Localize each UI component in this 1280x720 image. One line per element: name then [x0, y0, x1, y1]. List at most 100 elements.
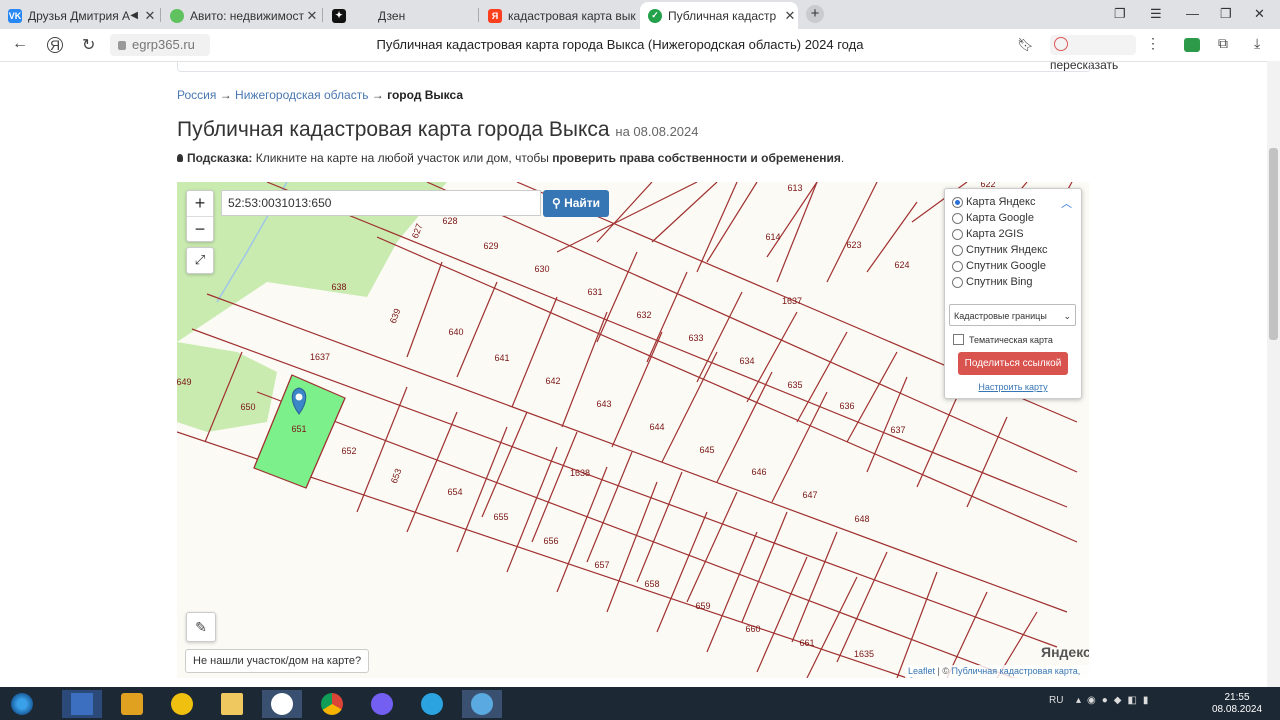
- find-button[interactable]: ⚲ Найти: [543, 190, 609, 217]
- parcel-label[interactable]: 654: [447, 487, 462, 497]
- parcel-label[interactable]: 657: [594, 560, 609, 570]
- parcel-label[interactable]: 645: [699, 445, 714, 455]
- parcel-label[interactable]: 641: [494, 353, 509, 363]
- parcel-label[interactable]: 632: [636, 310, 651, 320]
- parcel-label[interactable]: 651: [291, 424, 306, 434]
- parcel-label[interactable]: 653: [389, 467, 404, 485]
- parcel-label[interactable]: 634: [739, 356, 754, 366]
- yandex-home-icon[interactable]: Я: [47, 37, 63, 53]
- parcel-label[interactable]: 661: [799, 638, 814, 648]
- taskbar-telegram[interactable]: [412, 690, 452, 718]
- share-link-button[interactable]: Поделиться ссылкой: [958, 352, 1068, 375]
- parcel-label[interactable]: 1638: [570, 468, 590, 478]
- retell-button[interactable]: пересказать: [1050, 35, 1136, 72]
- ruler-button[interactable]: ✎: [186, 612, 216, 642]
- radio-button[interactable]: [952, 212, 963, 224]
- parcel-label[interactable]: 1635: [854, 649, 874, 659]
- close-icon[interactable]: ✕: [782, 8, 798, 24]
- taskbar-chrome[interactable]: [312, 690, 352, 718]
- taskbar-app-active[interactable]: [462, 690, 502, 718]
- tray-icons[interactable]: ▴◉●◆◧▮: [1076, 695, 1154, 706]
- setup-map-link[interactable]: Настроить карту: [945, 382, 1081, 392]
- tab-cadastral-map[interactable]: ✓ Публичная кадастр ✕: [640, 2, 798, 29]
- parcel-label[interactable]: 1637: [310, 352, 330, 362]
- tab-zen[interactable]: ✦ Дзен: [324, 2, 474, 29]
- chevron-up-icon[interactable]: ︿: [1061, 195, 1072, 211]
- back-icon[interactable]: ←: [12, 35, 28, 53]
- parcel-label[interactable]: 633: [688, 333, 703, 343]
- parcel-label[interactable]: 628: [442, 216, 457, 226]
- url-field[interactable]: egrp365.ru: [110, 34, 210, 56]
- tab-avito[interactable]: Авито: недвижимость, тр ✕: [162, 2, 320, 29]
- radio-button[interactable]: [952, 228, 963, 240]
- parcel-label[interactable]: 660: [745, 624, 760, 634]
- cadastral-map[interactable]: 613 614 623 624 622 627 628 629 630 631 632 633 634 6…: [177, 182, 1089, 678]
- parcel-label[interactable]: 658: [644, 579, 659, 589]
- collections-icon[interactable]: ⧉: [1218, 35, 1228, 52]
- taskbar-app[interactable]: [162, 690, 202, 718]
- parcel-label[interactable]: 644: [649, 422, 664, 432]
- language-indicator[interactable]: RU: [1049, 695, 1063, 706]
- layer-option[interactable]: Карта 2GIS: [952, 228, 1024, 240]
- parcel-label[interactable]: 659: [695, 601, 710, 611]
- taskbar-viber[interactable]: [362, 690, 402, 718]
- radio-button[interactable]: [952, 260, 963, 272]
- cadastral-number-input[interactable]: [221, 190, 541, 216]
- taskbar-media-player[interactable]: [112, 690, 152, 718]
- taskbar-save-app[interactable]: [62, 690, 102, 718]
- parcel-label[interactable]: 613: [787, 183, 802, 193]
- close-icon[interactable]: ✕: [304, 8, 320, 24]
- breadcrumb-region[interactable]: Нижегородская область: [235, 88, 368, 102]
- tabs-icon[interactable]: ❐: [1114, 6, 1126, 22]
- scrollbar-thumb[interactable]: [1269, 148, 1278, 340]
- download-icon[interactable]: ⤓: [1254, 35, 1260, 52]
- radio-button[interactable]: [952, 276, 963, 288]
- parcel-label[interactable]: 649: [177, 377, 192, 387]
- more-icon[interactable]: ⋮: [1146, 35, 1160, 52]
- layer-option[interactable]: Карта Яндекс: [952, 196, 1035, 208]
- parcel-label[interactable]: 637: [890, 425, 905, 435]
- taskbar-explorer[interactable]: [212, 690, 252, 718]
- parcel-label[interactable]: 640: [448, 327, 463, 337]
- layer-option[interactable]: Спутник Bing: [952, 276, 1033, 288]
- tab-vk[interactable]: VK Друзья Дмитрия Ал ◀ ✕: [0, 2, 158, 29]
- new-tab-button[interactable]: +: [806, 5, 824, 23]
- taskbar-yandex-browser[interactable]: [262, 690, 302, 718]
- parcel-label[interactable]: 646: [751, 467, 766, 477]
- layer-option[interactable]: Спутник Яндекс: [952, 244, 1048, 256]
- thematic-map-checkbox[interactable]: Тематическая карта: [953, 334, 1053, 345]
- parcel-label[interactable]: 630: [534, 264, 549, 274]
- parcel-label[interactable]: 624: [894, 260, 909, 270]
- menu-icon[interactable]: ☰: [1150, 6, 1162, 22]
- zoom-out-button[interactable]: −: [187, 217, 213, 242]
- parcel-label[interactable]: 639: [388, 307, 403, 325]
- parcel-label[interactable]: 636: [839, 401, 854, 411]
- parcel-label[interactable]: 623: [846, 240, 861, 250]
- parcel-label[interactable]: 629: [483, 241, 498, 251]
- parcel-label[interactable]: 643: [596, 399, 611, 409]
- fullscreen-button[interactable]: ⤢: [186, 247, 214, 274]
- system-clock[interactable]: 21:55 08.08.2024: [1212, 692, 1262, 716]
- parcel-label[interactable]: 614: [765, 232, 780, 242]
- zoom-in-button[interactable]: +: [187, 191, 213, 217]
- breadcrumb-russia[interactable]: Россия: [177, 88, 216, 102]
- bookmark-icon[interactable]: 🔖︎: [1017, 37, 1034, 53]
- not-found-link[interactable]: Не нашли участок/дом на карте?: [185, 649, 370, 673]
- parcel-label[interactable]: 627: [410, 222, 425, 240]
- parcel-label[interactable]: 642: [545, 376, 560, 386]
- parcel-label[interactable]: 650: [240, 402, 255, 412]
- close-icon[interactable]: ✕: [142, 8, 158, 24]
- parcel-label[interactable]: 1637: [782, 296, 802, 306]
- minimize-button[interactable]: —: [1186, 6, 1199, 21]
- parcel-label[interactable]: 655: [493, 512, 508, 522]
- start-button[interactable]: [2, 690, 42, 718]
- layer-option[interactable]: Спутник Google: [952, 260, 1046, 272]
- layer-option[interactable]: Карта Google: [952, 212, 1034, 224]
- radio-button[interactable]: [952, 244, 963, 256]
- parcel-label[interactable]: 656: [543, 536, 558, 546]
- tab-yandex-search[interactable]: Я кадастровая карта выкса: [480, 2, 636, 29]
- parcel-label[interactable]: 631: [587, 287, 602, 297]
- parcel-label[interactable]: 647: [802, 490, 817, 500]
- extensions-icon[interactable]: [1184, 38, 1200, 52]
- close-window-button[interactable]: ✕: [1254, 6, 1265, 22]
